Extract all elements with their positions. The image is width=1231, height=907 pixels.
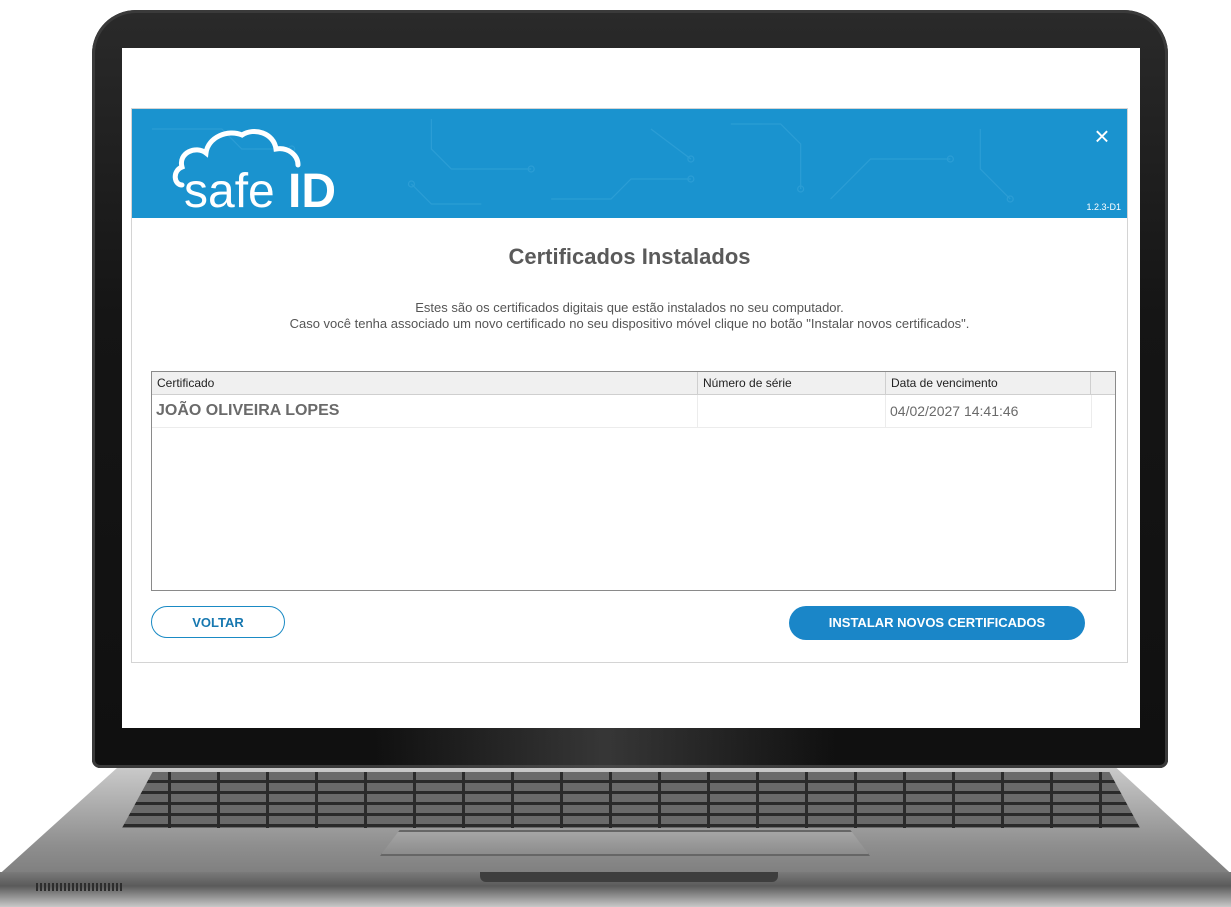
laptop-keyboard: [122, 772, 1140, 828]
header-banner: safe ID × 1.2.3-D1: [132, 109, 1127, 218]
svg-text:safe: safe: [184, 165, 275, 213]
description-line-1: Estes são os certificados digitais que e…: [415, 300, 844, 315]
cell-data-vencimento: 04/02/2027 14:41:46: [886, 395, 1092, 427]
description-line-2: Caso você tenha associado um novo certif…: [289, 316, 970, 331]
laptop-touchpad: [380, 830, 870, 856]
cell-certificado: JOÃO OLIVEIRA LOPES: [152, 395, 698, 427]
column-header-data-vencimento[interactable]: Data de vencimento: [886, 372, 1091, 394]
laptop-vent: [36, 883, 124, 891]
laptop-screen: safe ID × 1.2.3-D1 Certificados Instalad…: [122, 48, 1140, 728]
table-row[interactable]: JOÃO OLIVEIRA LOPES 04/02/2027 14:41:46: [152, 395, 1092, 428]
cell-numero-serie: [698, 395, 886, 427]
table-header: Certificado Número de série Data de venc…: [152, 372, 1115, 395]
version-label: 1.2.3-D1: [1086, 202, 1121, 212]
safeid-logo: safe ID: [172, 129, 336, 213]
column-header-filler: [1091, 372, 1115, 394]
back-button[interactable]: VOLTAR: [151, 606, 285, 638]
page-description: Estes são os certificados digitais que e…: [132, 300, 1127, 332]
certificates-table: Certificado Número de série Data de venc…: [151, 371, 1116, 591]
lid-hinge-shadow: [375, 728, 835, 768]
column-header-numero-serie[interactable]: Número de série: [698, 372, 886, 394]
close-icon: ×: [1094, 121, 1110, 151]
install-certificates-button[interactable]: INSTALAR NOVOS CERTIFICADOS: [789, 606, 1085, 640]
page-title: Certificados Instalados: [508, 244, 751, 269]
close-button[interactable]: ×: [1089, 123, 1115, 149]
laptop-front-notch: [480, 872, 778, 882]
svg-text:ID: ID: [288, 165, 336, 213]
column-header-certificado[interactable]: Certificado: [152, 372, 698, 394]
safeid-window: safe ID × 1.2.3-D1 Certificados Instalad…: [131, 108, 1128, 663]
